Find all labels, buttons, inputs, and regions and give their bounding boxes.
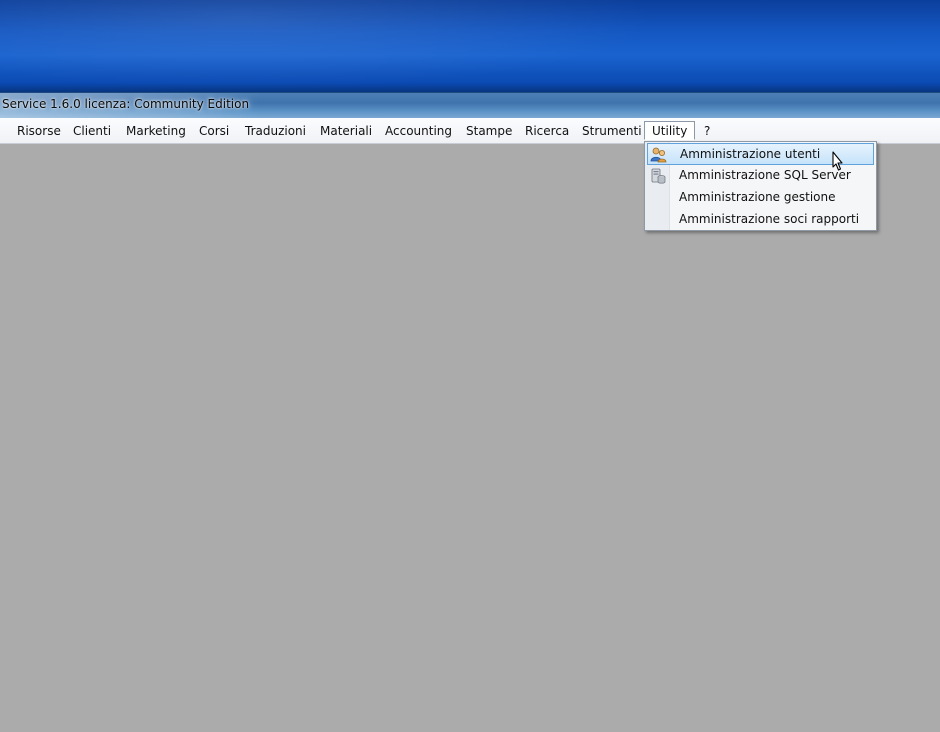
desktop-background: [0, 0, 940, 92]
menu-ricerca[interactable]: Ricerca: [517, 121, 577, 140]
menu-item-amministrazione-soci-rapporti[interactable]: Amministrazione soci rapporti: [647, 209, 874, 231]
menu-item-label: Amministrazione gestione: [679, 190, 836, 204]
menu-risorse[interactable]: Risorse: [9, 121, 69, 140]
menu-clienti[interactable]: Clienti: [65, 121, 119, 140]
menu-stampe[interactable]: Stampe: [458, 121, 520, 140]
menu-item-amministrazione-gestione[interactable]: Amministrazione gestione: [647, 187, 874, 209]
window-titlebar[interactable]: Service 1.6.0 licenza: Community Edition: [0, 92, 940, 118]
menu-utility[interactable]: Utility: [644, 121, 696, 140]
mdi-workspace: [0, 144, 940, 732]
menu-help[interactable]: ?: [696, 121, 718, 140]
window-title: Service 1.6.0 licenza: Community Edition: [2, 97, 250, 111]
desktop-glare: [0, 0, 660, 90]
menu-item-label: Amministrazione utenti: [680, 147, 821, 161]
users-admin-icon: [650, 146, 668, 164]
menu-item-label: Amministrazione soci rapporti: [679, 212, 860, 226]
menu-traduzioni[interactable]: Traduzioni: [237, 121, 314, 140]
mouse-pointer-icon: [829, 151, 847, 175]
menu-corsi[interactable]: Corsi: [191, 121, 237, 140]
menu-marketing[interactable]: Marketing: [118, 121, 194, 140]
menu-strumenti[interactable]: Strumenti: [574, 121, 650, 140]
database-server-icon: [649, 167, 667, 185]
menu-accounting[interactable]: Accounting: [377, 121, 460, 140]
menu-item-label: Amministrazione SQL Server: [679, 168, 851, 182]
menu-materiali[interactable]: Materiali: [312, 121, 380, 140]
